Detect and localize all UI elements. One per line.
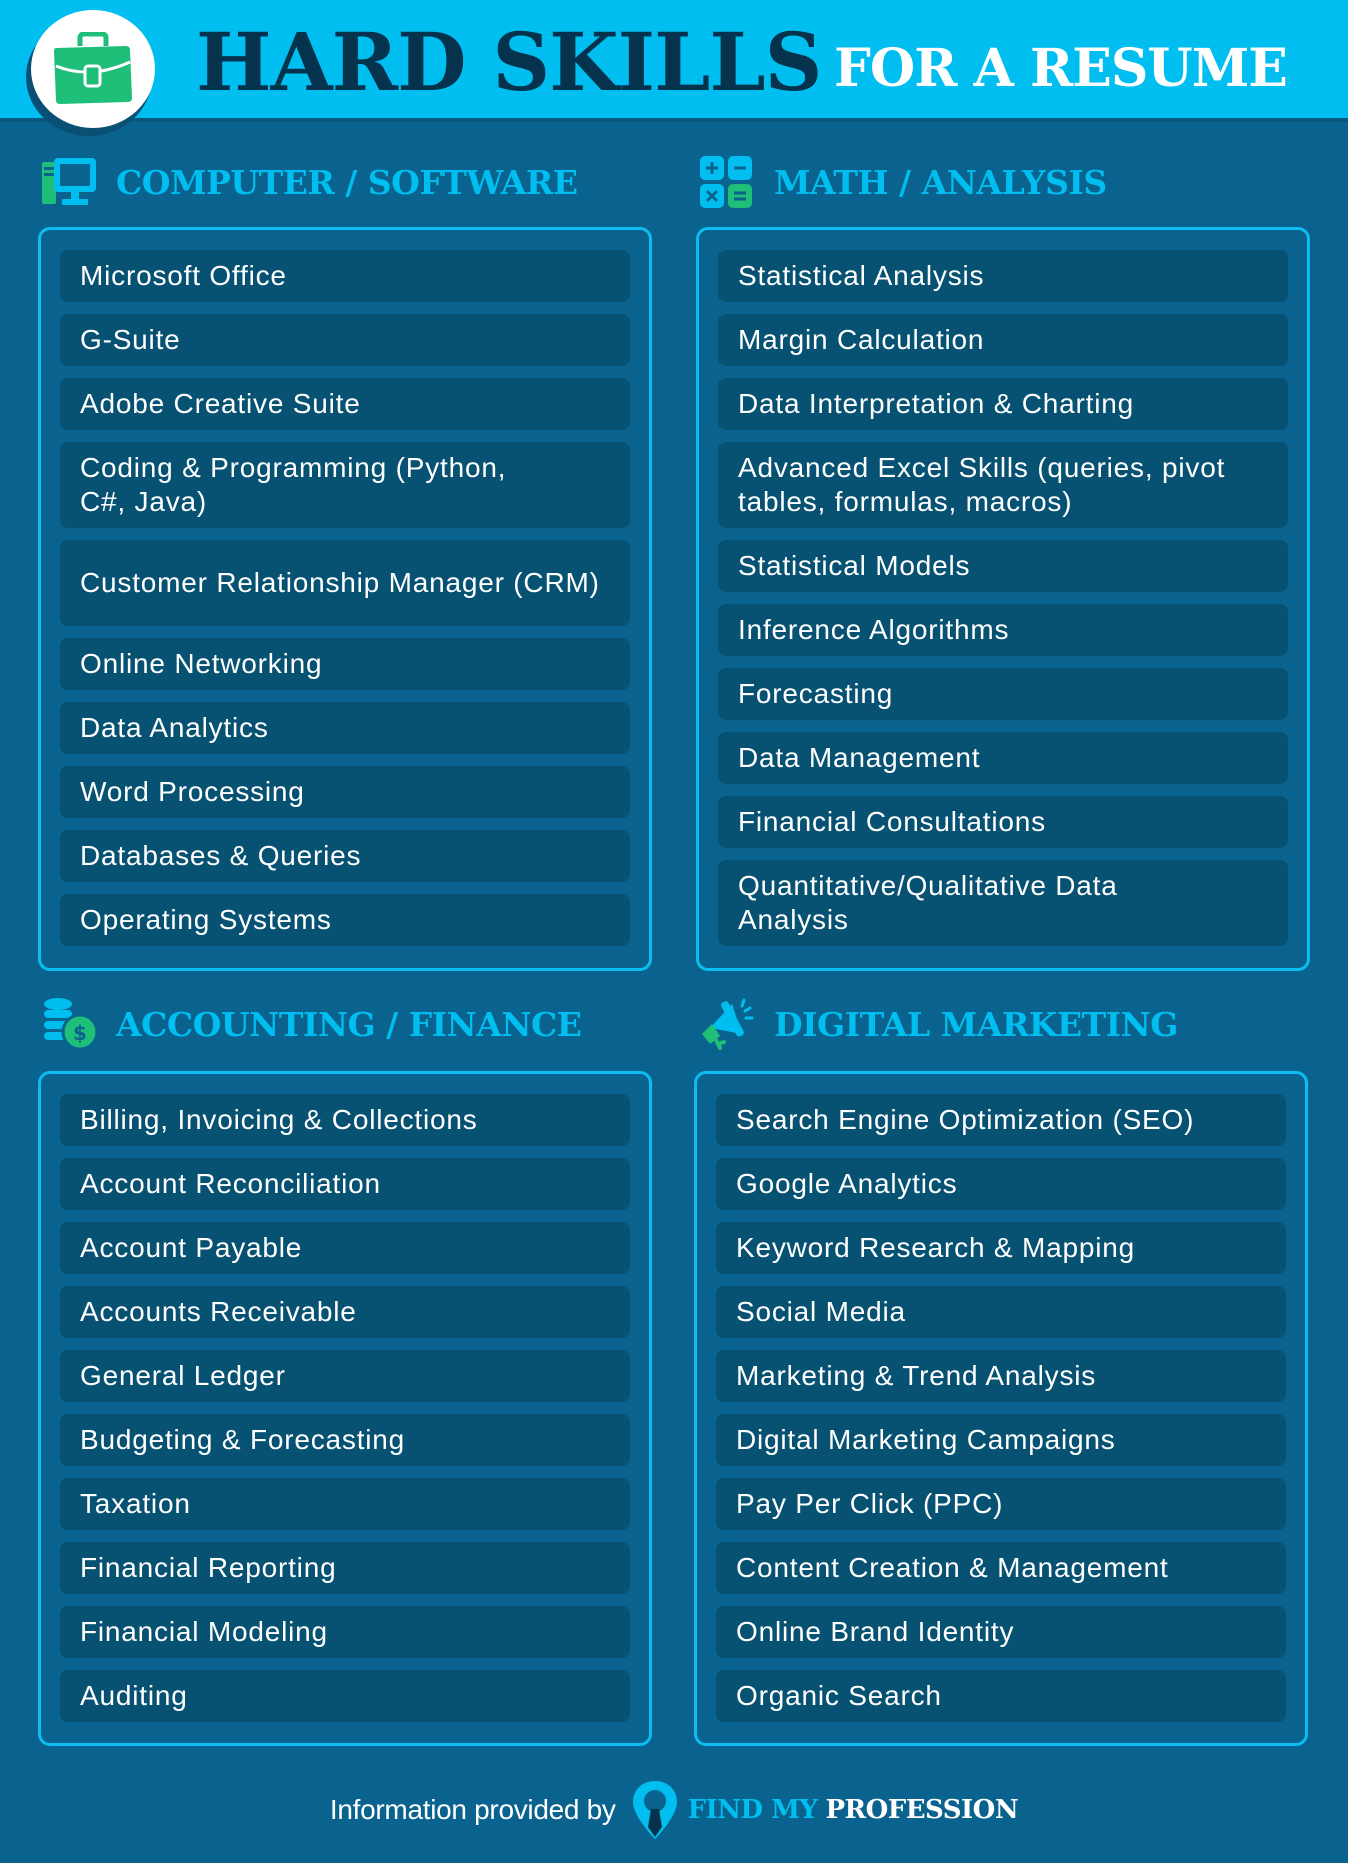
skills-box-accounting-finance: Billing, Invoicing & Collections Account… (38, 1071, 652, 1746)
skill-item: Billing, Invoicing & Collections (60, 1094, 630, 1146)
skill-item: Accounts Receivable (60, 1286, 630, 1338)
skill-item: Statistical Models (718, 540, 1288, 592)
skill-item: Online Networking (60, 638, 630, 690)
skill-item: Coding & Programming (Python, C#, Java) (60, 442, 630, 528)
skill-item: Statistical Analysis (718, 250, 1288, 302)
section-heading-accounting-finance: $ ACCOUNTING / FINANCE (40, 994, 582, 1054)
skill-item: Inference Algorithms (718, 604, 1288, 656)
skill-item: Taxation (60, 1478, 630, 1530)
skill-item: Keyword Research & Mapping (716, 1222, 1286, 1274)
skill-item: Budgeting & Forecasting (60, 1414, 630, 1466)
calculator-icon (700, 156, 752, 208)
skill-item: Data Management (718, 732, 1288, 784)
skill-item: Auditing (60, 1670, 630, 1722)
skill-item: Advanced Excel Skills (queries, pivot ta… (718, 442, 1288, 528)
coins-icon: $ (44, 998, 98, 1051)
skill-item: Quantitative/Qualitative Data Analysis (718, 860, 1288, 946)
brand-name-part1: FIND MY (687, 1795, 818, 1825)
page-subtitle: FOR A RESUME (834, 38, 1288, 99)
skill-item: Customer Relationship Manager (CRM) (60, 540, 630, 626)
section-heading-digital-marketing: DIGITAL MARKETING (698, 994, 1178, 1054)
skill-item: Microsoft Office (60, 250, 630, 302)
skill-item: G-Suite (60, 314, 630, 366)
skill-item: Financial Reporting (60, 1542, 630, 1594)
logo-circle (31, 10, 155, 128)
section-title: ACCOUNTING / FINANCE (116, 1004, 582, 1044)
skill-item: Adobe Creative Suite (60, 378, 630, 430)
skills-box-digital-marketing: Search Engine Optimization (SEO) Google … (694, 1071, 1308, 1746)
skill-item: Financial Modeling (60, 1606, 630, 1658)
section-heading-math-analysis: MATH / ANALYSIS (698, 152, 1107, 212)
megaphone-icon (702, 998, 754, 1050)
skill-item: Data Interpretation & Charting (718, 378, 1288, 430)
skill-item: Databases & Queries (60, 830, 630, 882)
footer-attribution-text: Information provided by (329, 1794, 616, 1825)
brand-name-part2: PROFESSION (825, 1795, 1019, 1825)
skill-item: Account Reconciliation (60, 1158, 630, 1210)
svg-text:$: $ (73, 1021, 87, 1045)
briefcase-icon (54, 32, 132, 104)
section-title: COMPUTER / SOFTWARE (116, 162, 578, 202)
skill-item: Operating Systems (60, 894, 630, 946)
skill-item: Social Media (716, 1286, 1286, 1338)
logo (24, 6, 158, 136)
computer-icon (42, 158, 96, 205)
skill-item: Search Engine Optimization (SEO) (716, 1094, 1286, 1146)
section-title: DIGITAL MARKETING (774, 1004, 1178, 1044)
page-title: HARD SKILLS (196, 15, 822, 109)
skill-item: Online Brand Identity (716, 1606, 1286, 1658)
skill-item: Digital Marketing Campaigns (716, 1414, 1286, 1466)
header-banner: HARD SKILLS FOR A RESUME (0, 0, 1348, 136)
skill-item: Word Processing (60, 766, 630, 818)
skill-item: Organic Search (716, 1670, 1286, 1722)
skill-item: Data Analytics (60, 702, 630, 754)
skill-item: Content Creation & Management (716, 1542, 1286, 1594)
section-title: MATH / ANALYSIS (774, 162, 1107, 202)
skill-item: General Ledger (60, 1350, 630, 1402)
location-pin-tie-icon (632, 1781, 677, 1839)
skill-item: Pay Per Click (PPC) (716, 1478, 1286, 1530)
skill-item: Forecasting (718, 668, 1288, 720)
skill-item: Margin Calculation (718, 314, 1288, 366)
section-heading-computer-software: COMPUTER / SOFTWARE (40, 152, 578, 212)
skill-item: Account Payable (60, 1222, 630, 1274)
skills-box-math-analysis: Statistical Analysis Margin Calculation … (696, 227, 1310, 971)
skill-item: Google Analytics (716, 1158, 1286, 1210)
skill-item: Financial Consultations (718, 796, 1288, 848)
skills-box-computer-software: Microsoft Office G-Suite Adobe Creative … (38, 227, 652, 971)
skill-item: Marketing & Trend Analysis (716, 1350, 1286, 1402)
footer: Information provided by FIND MY PROFESSI… (0, 1780, 1348, 1840)
